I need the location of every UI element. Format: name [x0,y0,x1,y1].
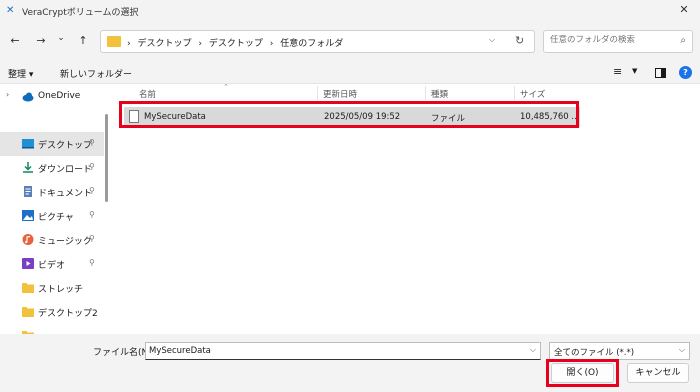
column-separator[interactable] [514,86,515,100]
chevron-down-icon[interactable]: ⌵ [530,345,536,355]
pin-icon[interactable]: ⚲ [89,234,95,243]
help-icon[interactable]: ? [679,66,692,79]
column-header-name[interactable]: 名前 [139,88,156,100]
sidebar-item-label: ビデオ [38,261,66,271]
command-bar: 整理 ▾ 新しいフォルダー ≡ ▼ ? [0,62,700,84]
sidebar-item-stretch[interactable]: ストレッチ [0,276,104,300]
sidebar-item-music[interactable]: ミュージック ⚲ [0,228,104,252]
pin-icon[interactable]: ⚲ [89,210,95,219]
navigation-pane: › OneDrive デスクトップ ⚲ ダウンロード ⚲ ドキュメント ⚲ ピク… [0,84,114,334]
chevron-right-icon[interactable]: › [6,90,9,99]
breadcrumb-item[interactable]: 任意のフォルダ [280,39,343,49]
sidebar-item-label: OneDrive [38,91,81,101]
pin-icon[interactable]: ⚲ [89,138,95,147]
view-menu-icon[interactable]: ≡ [613,65,622,78]
search-icon[interactable]: ⌕ [680,35,686,46]
sidebar-item-label: ダウンロード [38,165,93,175]
filename-input[interactable] [149,346,519,356]
sidebar-item-downloads[interactable]: ダウンロード ⚲ [0,156,104,180]
sidebar-item-onedrive[interactable]: › OneDrive [0,85,104,109]
window-title: VeraCryptボリュームの選択 [22,8,139,18]
back-arrow-icon[interactable]: ← [6,32,24,50]
pictures-icon [22,210,34,221]
sidebar-item-label: デスクトップ [38,141,93,151]
sidebar-item-videos[interactable]: ビデオ ⚲ [0,252,104,276]
breadcrumb-separator: › [198,39,202,49]
sidebar-item-label: ミュージック [38,237,92,247]
sidebar-item-partial[interactable] [0,324,104,334]
sidebar-item-desktop[interactable]: デスクトップ ⚲ [0,132,104,156]
column-separator[interactable] [317,86,318,100]
search-box[interactable]: ⌕ [543,30,693,53]
column-header-type[interactable]: 種類 [431,88,448,100]
music-icon [22,234,34,245]
sidebar-scrollbar[interactable] [105,114,108,202]
sidebar-item-label: デスクトップ2 [38,309,98,319]
breadcrumb-separator: › [127,39,131,49]
sidebar-item-label: ドキュメント [38,189,93,199]
folder-icon [22,307,34,317]
title-bar: ✕ VeraCryptボリュームの選択 ✕ [0,0,700,22]
view-dropdown-icon[interactable]: ▼ [632,67,637,75]
sidebar-item-pictures[interactable]: ピクチャ ⚲ [0,204,104,228]
recent-locations-icon[interactable]: ⌄ [52,29,70,47]
preview-pane-icon[interactable] [655,68,666,78]
up-arrow-icon[interactable]: ↑ [74,32,92,50]
organize-button[interactable]: 整理 ▾ [8,67,33,80]
cloud-icon [22,92,34,102]
sidebar-item-documents[interactable]: ドキュメント ⚲ [0,180,104,204]
sort-ascending-icon: ⌃ [223,83,229,91]
search-input[interactable] [550,35,670,45]
column-header-size[interactable]: サイズ [520,88,545,100]
pin-icon[interactable]: ⚲ [89,186,95,195]
chevron-down-icon[interactable]: ⌵ [489,35,495,45]
column-separator[interactable] [425,86,426,100]
download-icon [23,162,33,173]
navigation-bar: ← → ⌄ ↑ › デスクトップ › デスクトップ › 任意のフォルダ ⌵ ↻ … [0,22,700,62]
sidebar-item-label: ピクチャ [38,213,74,223]
sidebar-item-desktop2[interactable]: デスクトップ2 [0,300,104,324]
highlight-box-open-button [546,359,619,387]
refresh-icon[interactable]: ↻ [515,34,524,47]
video-icon [22,258,34,269]
folder-icon [22,283,34,293]
column-header-modified[interactable]: 更新日時 [323,88,357,100]
address-bar[interactable]: › デスクトップ › デスクトップ › 任意のフォルダ ⌵ ↻ [100,30,535,53]
veracrypt-app-icon: ✕ [6,5,15,16]
desktop-icon [22,139,34,149]
document-icon [24,186,32,197]
forward-arrow-icon[interactable]: → [32,32,50,50]
sidebar-item-label: ストレッチ [38,285,84,295]
pin-icon[interactable]: ⚲ [89,258,95,267]
filename-combobox[interactable]: ⌵ [145,342,541,360]
breadcrumb-item[interactable]: デスクトップ [137,39,191,49]
breadcrumb-separator: › [269,39,274,49]
filetype-value: 全てのファイル (*.*) [554,348,635,358]
close-icon[interactable]: ✕ [676,2,692,18]
breadcrumb-item[interactable]: デスクトップ [209,39,263,49]
filetype-select[interactable]: 全てのファイル (*.*) ⌵ [549,342,690,360]
chevron-down-icon[interactable]: ⌵ [679,345,685,355]
pin-icon[interactable]: ⚲ [89,162,95,171]
folder-icon [107,36,121,47]
breadcrumb: › デスクトップ › デスクトップ › 任意のフォルダ [127,36,347,49]
highlight-box-file-row [119,101,579,128]
new-folder-button[interactable]: 新しいフォルダー [60,67,132,80]
cancel-button[interactable]: キャンセル [627,363,689,383]
